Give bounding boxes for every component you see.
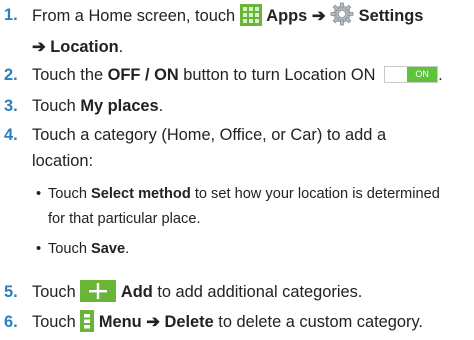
substep-text: Touch bbox=[48, 186, 87, 202]
save-label: Save bbox=[91, 241, 126, 257]
step-text: Touch the bbox=[32, 66, 104, 84]
step-text: to add additional categories. bbox=[157, 283, 363, 301]
add-label: Add bbox=[120, 283, 153, 301]
arrow-glyph: ➔ bbox=[146, 313, 160, 331]
step-text: location: bbox=[32, 152, 94, 170]
arrow-glyph: ➔ bbox=[32, 38, 46, 56]
step-number: 4. bbox=[4, 126, 18, 144]
menu-label: Menu bbox=[98, 313, 142, 331]
step-number: 6. bbox=[4, 313, 18, 331]
step-text: Touch bbox=[32, 97, 76, 115]
step-number: 2. bbox=[4, 66, 18, 84]
arrow-glyph: ➔ bbox=[311, 7, 326, 25]
select-method-label: Select method bbox=[91, 186, 191, 202]
apps-label: Apps bbox=[266, 7, 308, 25]
period: . bbox=[438, 66, 443, 84]
period: . bbox=[118, 38, 124, 56]
bullet: • bbox=[36, 241, 42, 257]
bullet: • bbox=[36, 186, 42, 202]
my-places-label: My places bbox=[80, 97, 159, 115]
step-number: 3. bbox=[4, 97, 18, 115]
step-text: Touch a category (Home, Office, or Car) … bbox=[32, 126, 387, 144]
off-on-label: OFF / ON bbox=[107, 66, 179, 84]
step-number: 1. bbox=[4, 6, 18, 24]
settings-label: Settings bbox=[358, 7, 424, 25]
step-text: Touch bbox=[32, 313, 76, 331]
menu-icon bbox=[80, 310, 95, 340]
period: . bbox=[125, 241, 130, 257]
substep-text: for that particular place. bbox=[48, 211, 201, 227]
substep-text: to set how your location is determined bbox=[194, 186, 440, 202]
toggle-on-label: ON bbox=[407, 67, 438, 82]
delete-label: Delete bbox=[164, 313, 214, 331]
step-number: 5. bbox=[4, 283, 18, 301]
location-label: Location bbox=[50, 38, 119, 56]
add-plus-icon bbox=[80, 280, 117, 310]
step-text: From a Home screen, touch bbox=[32, 7, 236, 25]
apps-grid-icon bbox=[239, 4, 262, 34]
settings-gear-icon bbox=[330, 2, 354, 34]
substep-text: Touch bbox=[48, 241, 87, 257]
period: . bbox=[158, 97, 164, 115]
location-toggle-switch: ON bbox=[384, 66, 439, 83]
step-text: button to turn Location ON bbox=[183, 66, 376, 84]
step-text: to delete a custom category. bbox=[218, 313, 423, 331]
step-text: Touch bbox=[32, 283, 76, 301]
